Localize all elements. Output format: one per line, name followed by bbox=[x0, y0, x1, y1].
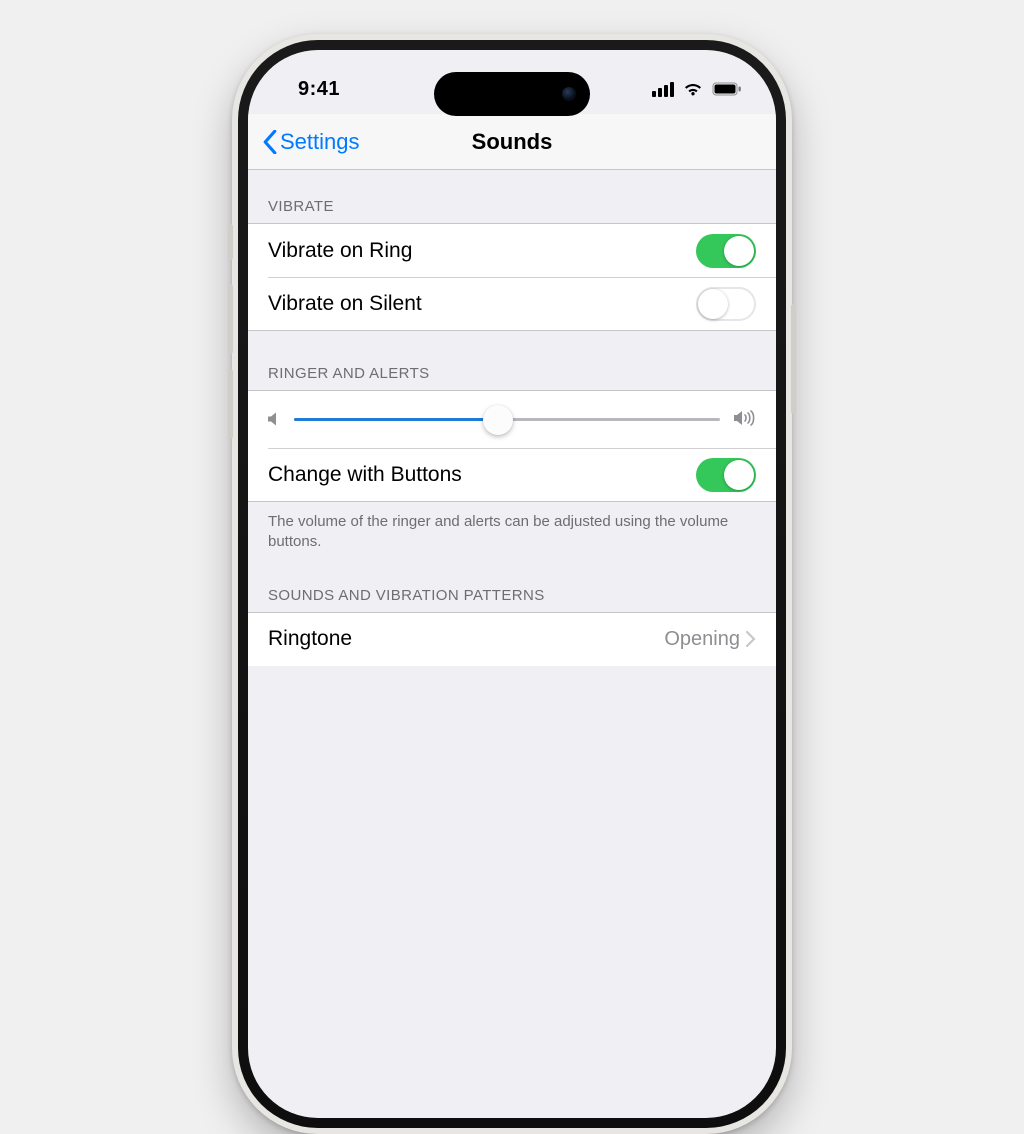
wifi-icon bbox=[682, 81, 704, 97]
row-vibrate-on-silent[interactable]: Vibrate on Silent bbox=[248, 277, 776, 331]
phone-frame: 9:41 bbox=[232, 34, 792, 1134]
cellular-icon bbox=[652, 82, 674, 97]
hw-mute-switch bbox=[228, 224, 233, 260]
row-ringtone[interactable]: Ringtone Opening bbox=[248, 612, 776, 666]
section-header-patterns: SOUNDS AND VIBRATION PATTERNS bbox=[248, 559, 776, 612]
back-label: Settings bbox=[280, 129, 360, 155]
volume-slider[interactable] bbox=[294, 418, 720, 421]
row-label: Vibrate on Silent bbox=[268, 292, 696, 316]
row-value: Opening bbox=[664, 628, 740, 651]
navbar: Settings Sounds bbox=[248, 114, 776, 170]
battery-icon bbox=[712, 82, 742, 96]
screen: 9:41 bbox=[248, 50, 776, 1118]
row-change-with-buttons[interactable]: Change with Buttons bbox=[248, 448, 776, 502]
row-label: Vibrate on Ring bbox=[268, 239, 696, 263]
row-ringer-volume[interactable] bbox=[248, 390, 776, 448]
speaker-max-icon bbox=[734, 408, 756, 432]
toggle-change-with-buttons[interactable] bbox=[696, 458, 756, 492]
dynamic-island bbox=[434, 72, 590, 116]
back-button[interactable]: Settings bbox=[262, 129, 360, 155]
hw-side-button bbox=[791, 304, 796, 414]
section-header-vibrate: VIBRATE bbox=[248, 170, 776, 223]
toggle-vibrate-on-silent[interactable] bbox=[696, 287, 756, 321]
camera-lens-icon bbox=[562, 87, 576, 101]
chevron-right-icon bbox=[746, 631, 756, 647]
hw-volume-down bbox=[228, 369, 233, 439]
toggle-vibrate-on-ring[interactable] bbox=[696, 234, 756, 268]
row-label: Change with Buttons bbox=[268, 463, 696, 487]
speaker-min-icon bbox=[268, 408, 280, 432]
section-footer-ringer: The volume of the ringer and alerts can … bbox=[248, 502, 776, 559]
row-label: Ringtone bbox=[268, 627, 664, 651]
row-vibrate-on-ring[interactable]: Vibrate on Ring bbox=[248, 223, 776, 277]
chevron-left-icon bbox=[262, 130, 278, 154]
slider-thumb[interactable] bbox=[483, 405, 513, 435]
hw-volume-up bbox=[228, 284, 233, 354]
status-time: 9:41 bbox=[298, 78, 340, 101]
section-header-ringer: RINGER AND ALERTS bbox=[248, 331, 776, 390]
